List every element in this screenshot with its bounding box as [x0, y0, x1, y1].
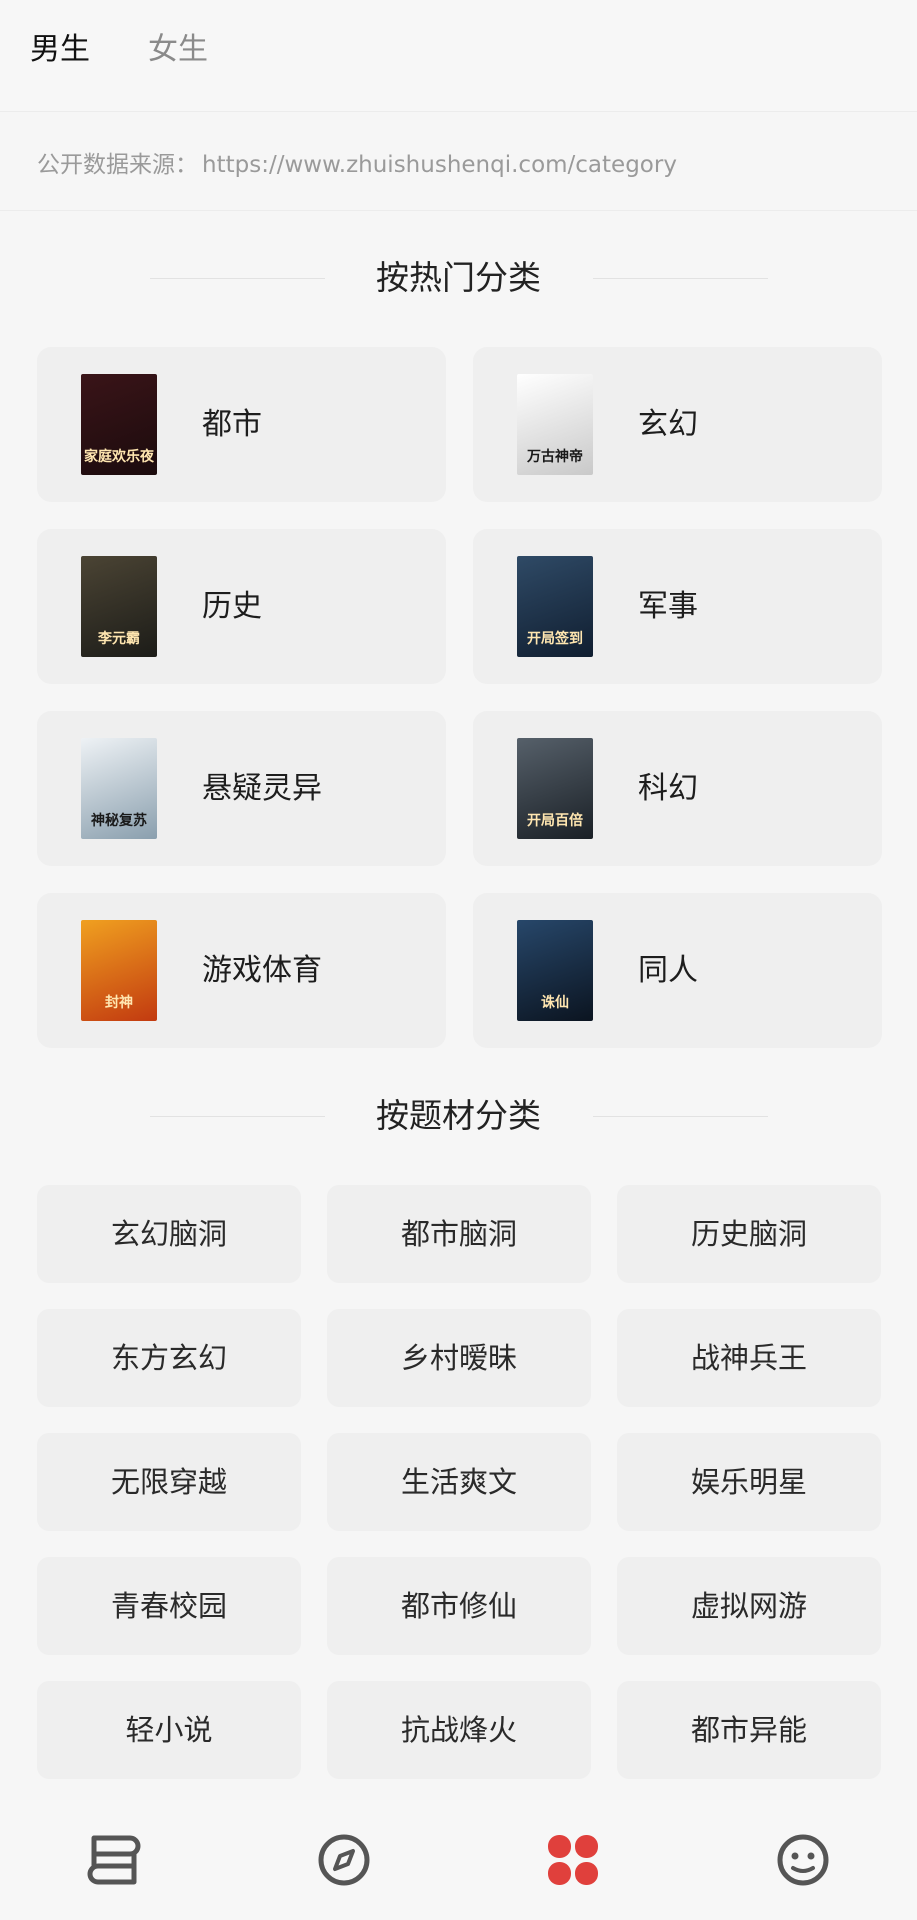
book-cover-image: 万古神帝	[517, 374, 593, 475]
book-cover-image: 诛仙	[517, 920, 593, 1021]
hot-category-card[interactable]: 神秘复苏 悬疑灵异	[37, 711, 446, 866]
hot-category-card[interactable]: 封神 游戏体育	[37, 893, 446, 1048]
hot-category-label: 游戏体育	[202, 953, 322, 988]
topic-category-chip[interactable]: 生活爽文	[327, 1433, 591, 1531]
hot-category-card[interactable]: 诛仙 同人	[473, 893, 882, 1048]
book-cover-image: 开局签到	[517, 556, 593, 657]
hot-section-header: 按热门分类	[0, 256, 917, 300]
hot-category-card[interactable]: 万古神帝 玄幻	[473, 347, 882, 502]
hot-category-label: 军事	[638, 589, 698, 624]
hot-category-card[interactable]: 李元霸 历史	[37, 529, 446, 684]
data-source-label: 公开数据来源：	[37, 152, 198, 178]
title-rule-left	[150, 1116, 325, 1117]
topic-category-chip[interactable]: 玄幻脑洞	[37, 1185, 301, 1283]
topic-category-chip[interactable]: 战神兵王	[617, 1309, 881, 1407]
topic-category-chip[interactable]: 抗战烽火	[327, 1681, 591, 1779]
cover-title: 封神	[105, 995, 133, 1011]
compass-icon[interactable]	[312, 1828, 376, 1892]
data-source-note: 公开数据来源： https://www.zhuishushenqi.com/cat…	[37, 145, 677, 179]
profile-face-icon[interactable]	[771, 1828, 835, 1892]
bookshelf-icon[interactable]	[82, 1828, 146, 1892]
topic-category-chip[interactable]: 虚拟网游	[617, 1557, 881, 1655]
hot-category-card[interactable]: 家庭欢乐夜 都市	[37, 347, 446, 502]
hot-category-label: 同人	[638, 953, 698, 988]
cover-title: 神秘复苏	[91, 813, 147, 829]
cover-title: 万古神帝	[527, 449, 583, 465]
book-cover-image: 神秘复苏	[81, 738, 157, 839]
hot-category-label: 历史	[202, 589, 262, 624]
topic-section-header: 按题材分类	[0, 1094, 917, 1138]
cover-title: 诛仙	[541, 995, 569, 1011]
topic-category-chip[interactable]: 历史脑洞	[617, 1185, 881, 1283]
book-cover-image: 家庭欢乐夜	[81, 374, 157, 475]
topic-section-title: 按题材分类	[376, 1096, 541, 1135]
cover-title: 李元霸	[98, 631, 140, 647]
hot-category-card[interactable]: 开局签到 军事	[473, 529, 882, 684]
topic-category-chip[interactable]: 轻小说	[37, 1681, 301, 1779]
bottom-nav-bar	[0, 1800, 917, 1920]
title-rule-right	[593, 1116, 768, 1117]
topic-category-chip[interactable]: 青春校园	[37, 1557, 301, 1655]
title-rule-right	[593, 278, 768, 279]
book-cover-image: 开局百倍	[517, 738, 593, 839]
hot-section-title: 按热门分类	[376, 258, 541, 297]
hot-category-card[interactable]: 开局百倍 科幻	[473, 711, 882, 866]
topic-category-chip[interactable]: 都市异能	[617, 1681, 881, 1779]
hot-category-label: 科幻	[638, 771, 698, 806]
topic-category-chip[interactable]: 娱乐明星	[617, 1433, 881, 1531]
category-grid-icon[interactable]	[541, 1828, 605, 1892]
data-source-url[interactable]: https://www.zhuishushenqi.com/category	[202, 152, 677, 178]
cover-title: 开局百倍	[527, 813, 583, 829]
hot-category-label: 玄幻	[638, 407, 698, 442]
book-cover-image: 封神	[81, 920, 157, 1021]
hot-category-label: 都市	[202, 407, 262, 442]
title-rule-left	[150, 278, 325, 279]
book-cover-image: 李元霸	[81, 556, 157, 657]
tab-male[interactable]: 男生	[30, 30, 90, 70]
cover-title: 家庭欢乐夜	[84, 449, 154, 465]
topic-category-chip[interactable]: 东方玄幻	[37, 1309, 301, 1407]
divider	[0, 210, 917, 211]
topic-category-chip[interactable]: 都市修仙	[327, 1557, 591, 1655]
hot-category-label: 悬疑灵异	[202, 771, 322, 806]
cover-title: 开局签到	[527, 631, 583, 647]
topic-category-chip[interactable]: 都市脑洞	[327, 1185, 591, 1283]
topic-category-chip[interactable]: 无限穿越	[37, 1433, 301, 1531]
topic-category-chip[interactable]: 乡村暧昧	[327, 1309, 591, 1407]
tab-female[interactable]: 女生	[148, 30, 208, 70]
gender-tab-bar: 男生 女生	[0, 0, 917, 112]
